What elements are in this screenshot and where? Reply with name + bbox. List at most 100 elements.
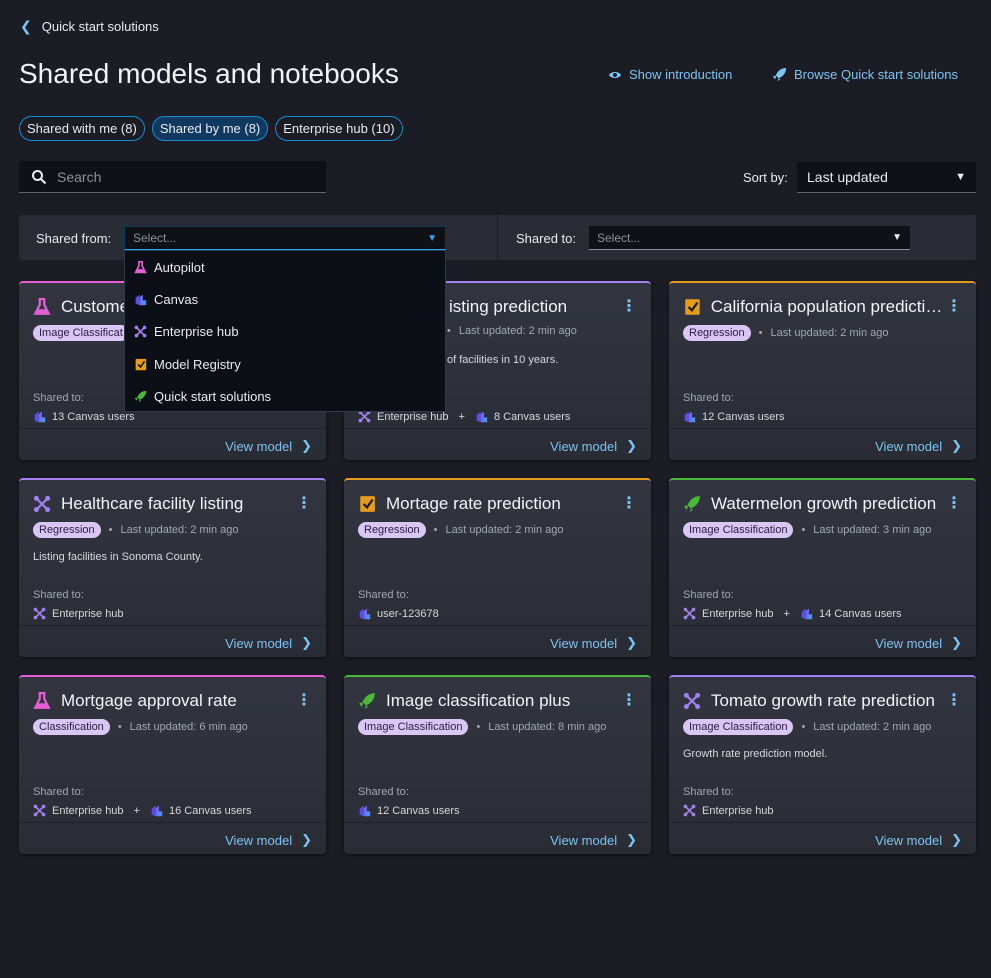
model-card: Mortage rate prediction ⋮ Regression • Las… bbox=[344, 478, 651, 657]
last-updated: Last updated: 6 min ago bbox=[129, 721, 248, 733]
card-title[interactable]: Mortage rate prediction bbox=[386, 494, 561, 514]
shared-to-list: Enterprise hub bbox=[683, 804, 774, 817]
more-options-icon[interactable]: ⋮ bbox=[946, 299, 962, 315]
view-model-link[interactable]: View model ❯ bbox=[875, 832, 962, 848]
more-options-icon[interactable]: ⋮ bbox=[946, 496, 962, 512]
tab-0[interactable]: Shared with me (8) bbox=[19, 116, 145, 141]
card-title[interactable]: Mortgage approval rate bbox=[61, 691, 237, 711]
view-model-link[interactable]: View model ❯ bbox=[225, 635, 312, 651]
card-title[interactable]: Tomato growth rate prediction bbox=[711, 691, 935, 711]
last-updated: Last updated: 2 min ago bbox=[770, 327, 889, 339]
bullet: • bbox=[801, 524, 806, 536]
shared-to-select[interactable]: Select... ▼ bbox=[589, 226, 910, 250]
model-type-tag: Image Classification bbox=[358, 719, 469, 735]
card-title[interactable]: Custome bbox=[61, 297, 129, 317]
registry-icon bbox=[360, 496, 375, 512]
shared-to-label: Shared to: bbox=[683, 589, 734, 601]
quickstart-icon bbox=[134, 391, 147, 403]
model-card: California population predictio... ⋮ Reg… bbox=[669, 281, 976, 460]
card-title[interactable]: Healthcare facility listing bbox=[61, 494, 243, 514]
view-model-link[interactable]: View model ❯ bbox=[550, 635, 637, 651]
bullet: • bbox=[433, 524, 438, 536]
canvas-icon bbox=[359, 805, 371, 817]
canvas-icon bbox=[34, 411, 46, 423]
view-model-link[interactable]: View model ❯ bbox=[550, 832, 637, 848]
dropdown-option[interactable]: Enterprise hub bbox=[125, 316, 445, 348]
browse-quick-start-link[interactable]: Browse Quick start solutions bbox=[772, 67, 958, 82]
chevron-right-icon: ❯ bbox=[626, 635, 637, 650]
hub-icon bbox=[683, 692, 701, 710]
shared-to-list: user-123678 bbox=[358, 607, 439, 620]
canvas-icon bbox=[359, 608, 371, 620]
chevron-right-icon: ❯ bbox=[301, 832, 312, 847]
card-title[interactable]: California population predictio... bbox=[711, 297, 946, 317]
hub-icon bbox=[33, 495, 51, 513]
search-input[interactable]: Search bbox=[19, 161, 326, 193]
plus-separator: + bbox=[783, 607, 790, 620]
more-options-icon[interactable]: ⋮ bbox=[621, 496, 637, 512]
canvas-icon bbox=[476, 411, 488, 423]
shared-to-label: Shared to: bbox=[33, 392, 84, 404]
page-title: Shared models and notebooks bbox=[19, 58, 399, 89]
more-options-icon[interactable]: ⋮ bbox=[621, 299, 637, 315]
more-options-icon[interactable]: ⋮ bbox=[621, 693, 637, 709]
last-updated: Last updated: 8 min ago bbox=[488, 721, 607, 733]
card-divider bbox=[19, 625, 326, 626]
last-updated: Last updated: 2 min ago bbox=[813, 721, 932, 733]
eye-icon bbox=[609, 71, 621, 78]
card-title[interactable]: Image classification plus bbox=[386, 691, 570, 711]
bullet: • bbox=[476, 721, 481, 733]
shared-from-dropdown: Autopilot Canvas Enterprise hub Model Regis… bbox=[124, 250, 446, 412]
bullet: • bbox=[758, 327, 763, 339]
search-icon bbox=[32, 169, 47, 184]
last-updated: Last updated: 2 min ago bbox=[120, 524, 239, 536]
shared-to-list: Enterprise hub +14 Canvas users bbox=[683, 607, 902, 620]
chevron-right-icon: ❯ bbox=[301, 635, 312, 650]
tab-1[interactable]: Shared by me (8) bbox=[151, 116, 269, 141]
hub-icon bbox=[683, 804, 696, 817]
dropdown-option[interactable]: Autopilot bbox=[125, 251, 445, 283]
shared-to-list: 12 Canvas users bbox=[683, 410, 785, 423]
registry-icon bbox=[135, 358, 147, 371]
more-options-icon[interactable]: ⋮ bbox=[296, 693, 312, 709]
model-type-tag: Classification bbox=[33, 719, 110, 735]
quickstart-icon bbox=[684, 496, 700, 512]
show-introduction-link[interactable]: Show introduction bbox=[608, 67, 732, 82]
shared-to-label: Shared to: bbox=[683, 786, 734, 798]
model-type-tag: Regression bbox=[358, 522, 426, 538]
caret-down-icon: ▼ bbox=[955, 171, 966, 183]
shared-to-label: Shared to: bbox=[516, 231, 576, 246]
shared-from-select[interactable]: Select... ▼ bbox=[124, 226, 446, 250]
hub-icon bbox=[683, 607, 696, 620]
view-model-link[interactable]: View model ❯ bbox=[550, 438, 637, 454]
card-title[interactable]: Watermelon growth prediction bbox=[711, 494, 936, 514]
plus-separator: + bbox=[133, 804, 140, 817]
caret-down-icon: ▼ bbox=[427, 232, 437, 244]
sort-select[interactable]: Last updated ▼ bbox=[797, 162, 976, 193]
chevron-right-icon: ❯ bbox=[951, 438, 962, 453]
card-title[interactable]: isting prediction bbox=[449, 297, 567, 317]
view-model-link[interactable]: View model ❯ bbox=[225, 832, 312, 848]
more-options-icon[interactable]: ⋮ bbox=[946, 693, 962, 709]
shared-to-label: Shared to: bbox=[33, 786, 84, 798]
card-divider bbox=[669, 822, 976, 823]
tab-2[interactable]: Enterprise hub (10) bbox=[275, 116, 403, 141]
more-options-icon[interactable]: ⋮ bbox=[296, 496, 312, 512]
back-link[interactable]: ❮ Quick start solutions bbox=[20, 18, 159, 35]
model-type-tag: Regression bbox=[683, 325, 751, 341]
dropdown-option[interactable]: Model Registry bbox=[125, 348, 445, 380]
view-model-link[interactable]: View model ❯ bbox=[225, 438, 312, 454]
autopilot-icon bbox=[33, 298, 51, 315]
view-model-link[interactable]: View model ❯ bbox=[875, 635, 962, 651]
view-model-link[interactable]: View model ❯ bbox=[875, 438, 962, 454]
sort-label: Sort by: bbox=[743, 170, 788, 185]
autopilot-icon bbox=[134, 260, 147, 273]
card-divider bbox=[19, 822, 326, 823]
bullet: • bbox=[801, 721, 806, 733]
shared-from-label: Shared from: bbox=[36, 231, 112, 246]
card-description: of facilities in 10 years. bbox=[447, 354, 559, 366]
dropdown-option[interactable]: Canvas bbox=[125, 283, 445, 315]
model-card: Mortgage approval rate ⋮ Classification •… bbox=[19, 675, 326, 854]
dropdown-option[interactable]: Quick start solutions bbox=[125, 381, 445, 413]
shared-to-list: Enterprise hub bbox=[33, 607, 124, 620]
